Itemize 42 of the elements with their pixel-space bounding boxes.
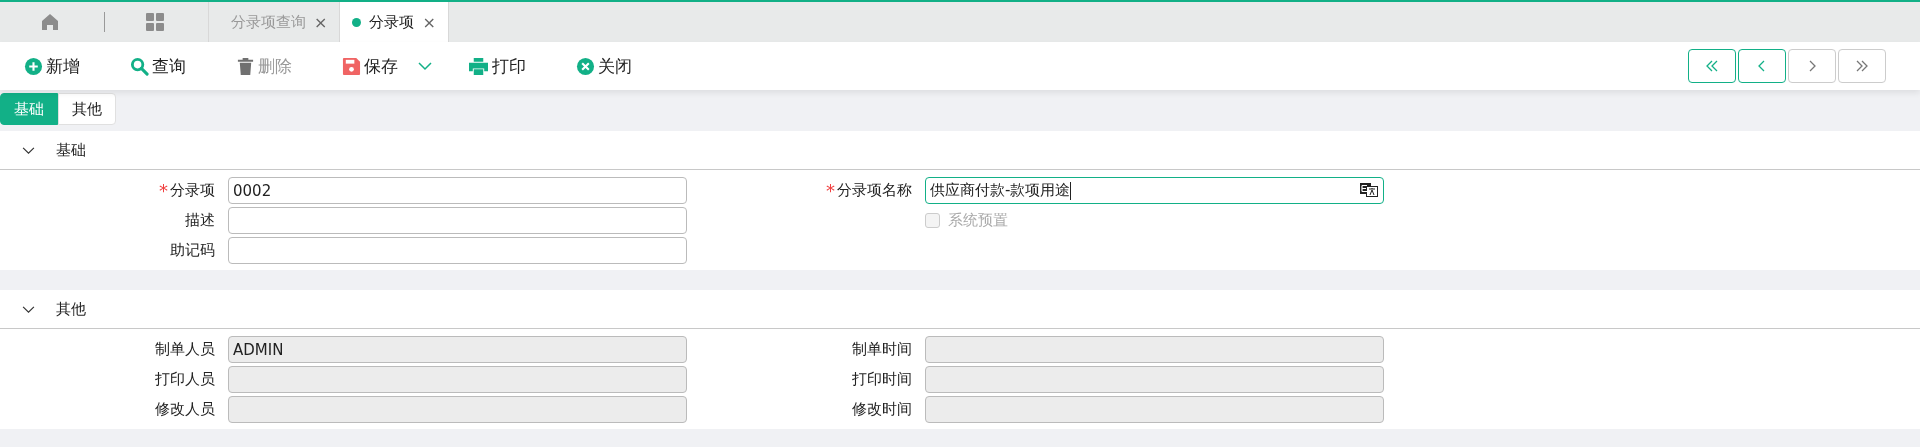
field-label: 分录项 [170,181,215,200]
field-label: 修改时间 [852,400,912,419]
double-chevron-icon [1704,59,1720,73]
translate-icon[interactable] [1360,183,1378,197]
field-label: 制单时间 [852,340,912,359]
floppy-icon [342,56,361,76]
input-field[interactable]: 0002 [228,177,687,204]
required-mark: * [159,180,168,201]
checkbox-label: 系统预置 [948,211,1008,230]
grid-icon[interactable] [145,12,165,32]
search-icon [130,56,149,76]
form-tab[interactable]: 其他 [58,93,116,125]
toolbar-button[interactable]: 保存 [342,54,398,78]
chevron-icon[interactable] [22,145,35,155]
field-label: 打印时间 [852,370,912,389]
trash-icon [236,56,255,76]
input-field[interactable] [228,237,687,264]
close-icon [576,56,595,76]
home-icon[interactable] [40,12,60,32]
section-title: 其他 [56,299,86,319]
field-label: 制单人员 [155,340,215,359]
double-chevron-icon [1854,59,1870,73]
page-tab[interactable]: 分录项 × [339,2,449,42]
toolbar-button[interactable]: 查询 [130,54,186,78]
input-field[interactable] [228,207,687,234]
toolbar-button[interactable]: 新增 [24,54,80,78]
required-mark: * [826,180,835,201]
first-page-button[interactable] [1688,49,1736,83]
input-field[interactable]: 供应商付款-款项用途 [925,177,1384,204]
section-title: 基础 [56,140,86,160]
chevron-down-icon[interactable] [418,61,432,71]
prev-page-button[interactable] [1738,49,1786,83]
field-label: 描述 [185,211,215,230]
chevron-icon[interactable] [22,304,35,314]
field-label: 助记码 [170,241,215,260]
toolbar-button[interactable]: 打印 [468,54,526,78]
field-label: 修改人员 [155,400,215,419]
plus-icon [24,56,43,76]
field-label: 分录项名称 [837,181,912,200]
toolbar-button[interactable]: 关闭 [576,54,632,78]
field-label: 打印人员 [155,370,215,389]
printer-icon [468,56,489,76]
